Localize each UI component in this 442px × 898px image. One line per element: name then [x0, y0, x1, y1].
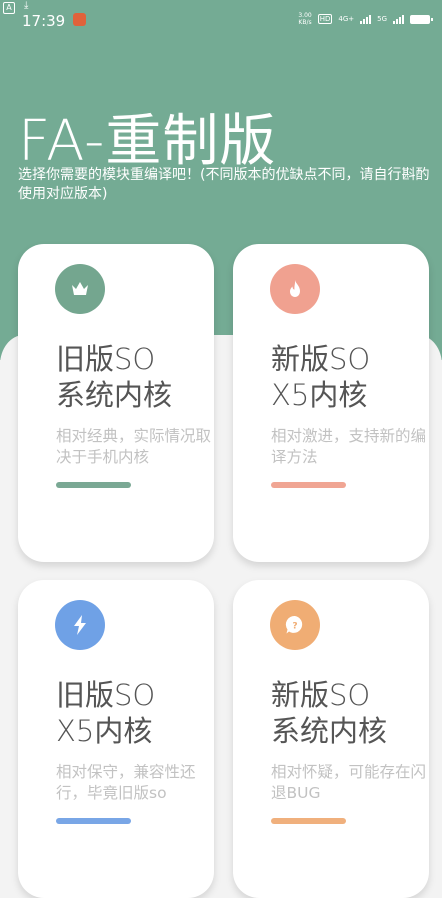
net-type-2: 5G: [377, 15, 387, 23]
card-accent-bar: [271, 482, 346, 488]
card-new-so-x5[interactable]: 新版SO X5内核 相对激进，支持新的编译方法: [233, 244, 429, 562]
card-description: 相对保守，兼容性还行，毕竟旧版so: [56, 763, 196, 802]
svg-text:?: ?: [292, 622, 297, 632]
card-old-so-x5[interactable]: 旧版SO X5内核 相对保守，兼容性还行，毕竟旧版so: [18, 580, 214, 898]
signal-icon-2: [393, 14, 404, 24]
card-accent-bar: [56, 482, 131, 488]
card-accent-bar: [56, 818, 131, 824]
page-subtitle: 选择你需要的模块重编译吧！(不同版本的优缺点不同，请自行斟酌使用对应版本): [18, 167, 430, 202]
hd-icon: HD: [317, 14, 333, 24]
card-description: 相对怀疑，可能存在闪退BUG: [271, 763, 427, 802]
card-title: 新版SO 系统内核: [271, 678, 388, 748]
speed-value: 3.00: [298, 12, 312, 19]
card-title: 旧版SO X5内核: [56, 678, 156, 748]
lightning-icon: [55, 600, 105, 650]
card-description: 相对经典，实际情况取决于手机内核: [56, 427, 212, 466]
card-new-so-system[interactable]: ? 新版SO 系统内核 相对怀疑，可能存在闪退BUG: [233, 580, 429, 898]
card-title: 新版SO X5内核: [271, 342, 371, 412]
status-time: 17:39: [22, 12, 66, 30]
download-icon: ⤓: [24, 0, 29, 11]
signal-icon: [360, 14, 372, 24]
net-type-1: 4G+: [338, 15, 355, 23]
app-notification-icon: [73, 13, 86, 26]
accessibility-badge: A: [3, 2, 15, 14]
card-accent-bar: [271, 818, 346, 824]
battery-icon: [410, 14, 433, 24]
question-bubble-icon: ?: [270, 600, 320, 650]
card-description: 相对激进，支持新的编译方法: [271, 427, 427, 466]
card-title: 旧版SO 系统内核: [56, 342, 173, 412]
page-title: FA-重制版: [18, 109, 277, 174]
status-bar: A ⤓ 17:39 3.00 KB/s HD 4G+ 5G: [0, 0, 442, 36]
speed-unit: KB/s: [298, 19, 312, 26]
flame-icon: [270, 264, 320, 314]
crown-icon: [55, 264, 105, 314]
status-indicators: 3.00 KB/s HD 4G+ 5G: [298, 12, 433, 26]
network-speed: 3.00 KB/s: [298, 12, 311, 26]
card-old-so-system[interactable]: 旧版SO 系统内核 相对经典，实际情况取决于手机内核: [18, 244, 214, 562]
